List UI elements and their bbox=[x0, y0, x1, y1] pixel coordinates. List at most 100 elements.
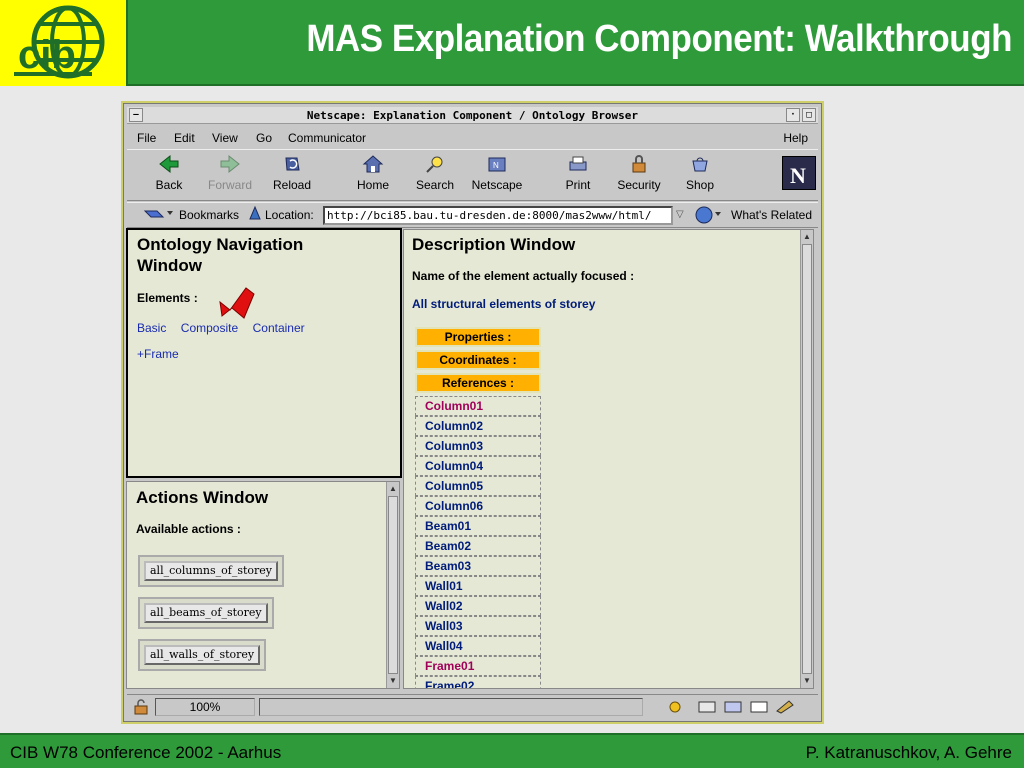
menu-communicator[interactable]: Communicator bbox=[288, 127, 366, 149]
svg-text:N: N bbox=[493, 161, 499, 170]
netscape-icon: N bbox=[488, 157, 506, 172]
status-bar: 100% bbox=[127, 694, 818, 718]
shop-button[interactable]: Shop bbox=[668, 154, 732, 192]
basic-link[interactable]: Basic bbox=[137, 321, 166, 335]
menu-edit[interactable]: Edit bbox=[174, 127, 195, 149]
references-table: Properties : Coordinates : References : … bbox=[415, 327, 541, 688]
netscape-throbber-icon[interactable]: N bbox=[782, 156, 816, 190]
logo-text: cib bbox=[18, 33, 76, 77]
reference-link[interactable]: Column05 bbox=[415, 476, 541, 496]
all-beams-of-storey-button[interactable]: all_beams_of_storey bbox=[138, 597, 274, 629]
home-label: Home bbox=[356, 178, 389, 192]
maximize-button[interactable]: □ bbox=[802, 108, 816, 122]
reference-list: Column01 Column02 Column03 Column04 Column05… bbox=[415, 396, 541, 688]
location-bar: Bookmarks Location: http://bci85.bau.tu-… bbox=[127, 202, 818, 228]
reference-link[interactable]: Wall02 bbox=[415, 596, 541, 616]
reference-link[interactable]: Column04 bbox=[415, 456, 541, 476]
composite-link[interactable]: Composite bbox=[181, 321, 238, 335]
lock-icon bbox=[632, 155, 646, 173]
bookmarks-button[interactable]: Bookmarks bbox=[179, 203, 239, 227]
reference-link[interactable]: Column02 bbox=[415, 416, 541, 436]
reference-link[interactable]: Frame02 bbox=[415, 676, 541, 688]
conference-label: CIB W78 Conference 2002 - Aarhus bbox=[10, 743, 282, 762]
reference-link[interactable]: Wall01 bbox=[415, 576, 541, 596]
print-icon bbox=[569, 156, 587, 171]
element-category-links: Basic Composite Container bbox=[137, 319, 305, 337]
menu-go[interactable]: Go bbox=[256, 127, 272, 149]
all-walls-of-storey-button[interactable]: all_walls_of_storey bbox=[138, 639, 267, 671]
svg-text:N: N bbox=[790, 163, 806, 188]
shop-label: Shop bbox=[685, 178, 715, 192]
actions-scroll-thumb[interactable] bbox=[388, 496, 398, 674]
ontology-navigation-frame: Ontology Navigation Window Elements : Ba… bbox=[126, 228, 402, 478]
location-dropdown-icon[interactable]: ▽ bbox=[676, 203, 684, 227]
back-button[interactable]: Back bbox=[137, 154, 201, 192]
all-columns-of-storey-button[interactable]: all_columns_of_storey bbox=[138, 555, 285, 587]
menu-bar: File Edit View Go Communicator Help bbox=[127, 127, 818, 149]
reference-link[interactable]: Wall04 bbox=[415, 636, 541, 656]
reference-link[interactable]: Beam01 bbox=[415, 516, 541, 536]
references-section[interactable]: References : bbox=[415, 373, 541, 393]
minimize-button[interactable]: · bbox=[786, 108, 800, 122]
slide-footer: CIB W78 Conference 2002 - Aarhus P. Katr… bbox=[0, 733, 1024, 768]
search-button[interactable]: Search bbox=[403, 154, 467, 192]
elements-label: Elements : bbox=[137, 291, 198, 305]
navigation-toolbar: Back Forward Reload Home Search N Netsca… bbox=[127, 149, 818, 201]
scroll-down-icon[interactable]: ▼ bbox=[802, 676, 812, 686]
coordinates-section[interactable]: Coordinates : bbox=[415, 350, 541, 370]
scroll-up-icon[interactable]: ▲ bbox=[388, 484, 398, 494]
reload-button[interactable]: Reload bbox=[260, 154, 324, 192]
reference-link[interactable]: Column03 bbox=[415, 436, 541, 456]
home-button[interactable]: Home bbox=[341, 154, 405, 192]
focused-element-value: All structural elements of storey bbox=[412, 297, 596, 311]
slide-header: cib MAS Explanation Component: Walkthrou… bbox=[0, 0, 1024, 86]
reference-link[interactable]: Frame01 bbox=[415, 656, 541, 676]
search-icon bbox=[426, 156, 443, 173]
reload-icon bbox=[285, 157, 300, 171]
forward-button[interactable]: Forward bbox=[198, 154, 262, 192]
location-input[interactable]: http://bci85.bau.tu-dresden.de:8000/mas2… bbox=[323, 206, 673, 225]
reference-link[interactable]: Column01 bbox=[415, 396, 541, 416]
security-label: Security bbox=[617, 178, 661, 192]
properties-section[interactable]: Properties : bbox=[415, 327, 541, 347]
print-button[interactable]: Print bbox=[546, 154, 610, 192]
reference-link[interactable]: Beam03 bbox=[415, 556, 541, 576]
menu-help[interactable]: Help bbox=[783, 127, 808, 149]
reference-link[interactable]: Beam02 bbox=[415, 536, 541, 556]
netscape-label: Netscape bbox=[471, 178, 523, 192]
menu-view[interactable]: View bbox=[212, 127, 238, 149]
whats-related-button[interactable]: What's Related bbox=[731, 203, 812, 227]
all-beams-of-storey-label: all_beams_of_storey bbox=[144, 603, 268, 623]
window-title: Netscape: Explanation Component / Ontolo… bbox=[306, 109, 639, 122]
reference-link[interactable]: Wall03 bbox=[415, 616, 541, 636]
description-scroll-thumb[interactable] bbox=[802, 244, 812, 674]
forward-label: Forward bbox=[207, 178, 252, 192]
zoom-indicator: 100% bbox=[155, 698, 255, 716]
authors-label: P. Katranuschkov, A. Gehre bbox=[805, 743, 1012, 762]
security-button[interactable]: Security bbox=[607, 154, 671, 192]
back-arrow-icon bbox=[159, 154, 179, 174]
container-link[interactable]: Container bbox=[253, 321, 305, 335]
search-label: Search bbox=[415, 178, 455, 192]
reference-link[interactable]: Column06 bbox=[415, 496, 541, 516]
scroll-down-icon[interactable]: ▼ bbox=[388, 676, 398, 686]
component-bar-icons[interactable] bbox=[665, 699, 815, 718]
all-columns-of-storey-label: all_columns_of_storey bbox=[144, 561, 279, 581]
cib-logo: cib bbox=[0, 0, 128, 86]
location-label: Location: bbox=[265, 208, 314, 222]
window-titlebar[interactable]: – Netscape: Explanation Component / Onto… bbox=[127, 107, 818, 124]
netscape-button[interactable]: N Netscape bbox=[465, 154, 529, 192]
actions-scrollbar[interactable]: ▲ ▼ bbox=[386, 482, 399, 688]
red-pointer-arrow-icon bbox=[219, 287, 255, 319]
description-frame: Description Window Name of the element a… bbox=[403, 229, 814, 689]
shop-icon bbox=[692, 157, 708, 172]
window-menu-button[interactable]: – bbox=[129, 108, 143, 122]
frame-tree-link[interactable]: +Frame bbox=[137, 347, 179, 361]
back-label: Back bbox=[155, 178, 183, 192]
security-status-icon[interactable] bbox=[133, 699, 149, 718]
scroll-up-icon[interactable]: ▲ bbox=[802, 232, 812, 242]
menu-file[interactable]: File bbox=[137, 127, 156, 149]
home-icon bbox=[362, 155, 384, 173]
description-scrollbar[interactable]: ▲ ▼ bbox=[800, 230, 813, 688]
forward-arrow-icon bbox=[220, 154, 240, 174]
